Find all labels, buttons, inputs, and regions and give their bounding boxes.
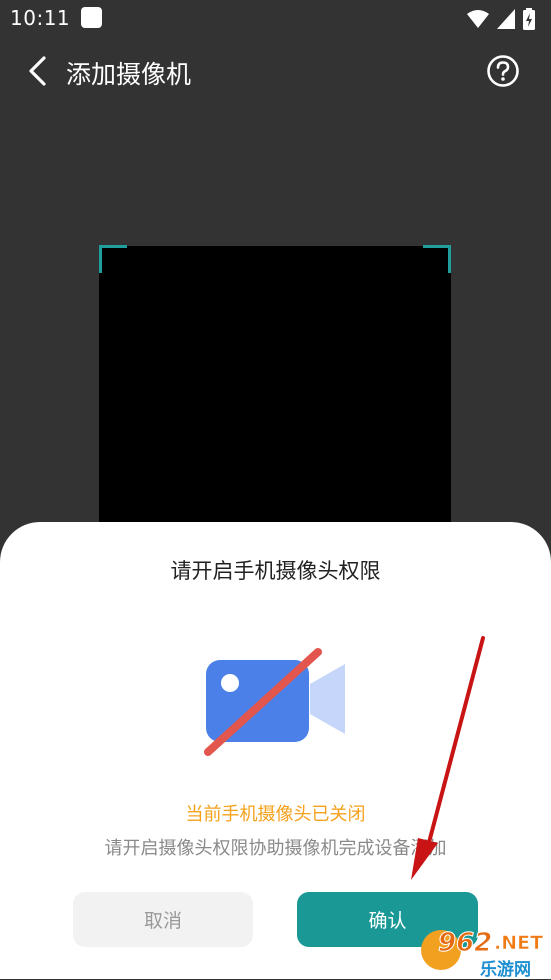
page-title: 添加摄像机	[66, 60, 192, 89]
status-time: 10:11	[10, 6, 71, 30]
watermark-number: 962	[437, 928, 493, 959]
dialog-title: 请开启手机摄像头权限	[170, 559, 381, 583]
scan-frame-corner-top-left	[99, 245, 127, 273]
camera-preview	[99, 246, 451, 546]
status-icons	[467, 8, 535, 30]
watermark-site-name: 乐游网	[480, 960, 531, 980]
back-arrow-icon[interactable]	[22, 54, 52, 88]
status-bar: 10:11	[0, 0, 551, 38]
notification-icon	[81, 7, 102, 28]
cancel-button[interactable]: 取消	[73, 892, 253, 947]
help-icon[interactable]	[486, 54, 520, 88]
permission-hint: 请开启摄像头权限协助摄像机完成设备添加	[104, 838, 447, 859]
site-watermark: 962 .NET 乐游网	[418, 928, 548, 980]
permission-dialog: 请开启手机摄像头权限 当前手机摄像头已关闭 请开启摄像头权限协助摄像机完成设备添…	[0, 522, 551, 979]
scan-frame-corner-top-right	[423, 245, 451, 273]
battery-icon	[523, 8, 535, 30]
camera-off-icon	[204, 648, 345, 756]
wifi-icon	[467, 10, 489, 28]
watermark-domain: .NET	[494, 932, 544, 955]
title-bar: 添加摄像机	[0, 44, 551, 98]
signal-icon	[497, 9, 515, 29]
camera-status-message: 当前手机摄像头已关闭	[185, 804, 366, 825]
